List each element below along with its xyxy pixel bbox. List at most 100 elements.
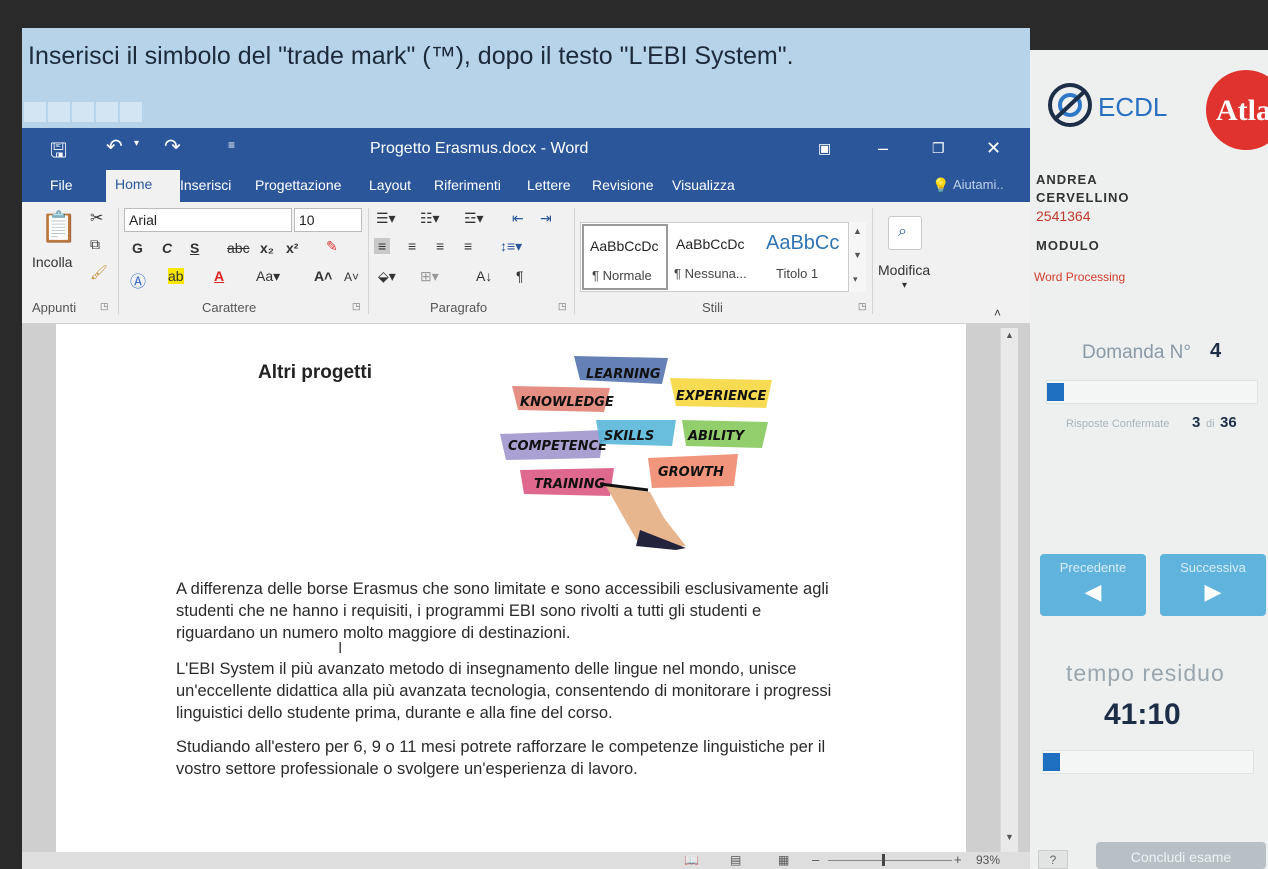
align-center-icon[interactable]: ≡ <box>408 238 416 254</box>
font-color-icon[interactable]: A <box>214 268 224 284</box>
superscript-icon[interactable]: x² <box>286 240 298 256</box>
text-effects-icon[interactable]: Ⓐ <box>130 268 146 292</box>
tab-references[interactable]: Riferimenti <box>434 177 501 193</box>
borders-icon[interactable]: ⊞▾ <box>420 268 439 285</box>
title-bar: 🖫 ↶ ▾ ↷ ≡ Progetto Erasmus.docx - Word ▣… <box>22 128 1030 168</box>
confirmed-count: 3 <box>1192 414 1201 431</box>
justify-icon[interactable]: ≡ <box>464 238 472 254</box>
undo-icon[interactable]: ↶ <box>106 134 123 159</box>
shrink-font-icon[interactable]: A˅ <box>344 270 359 284</box>
sort-icon[interactable]: A↓ <box>476 268 492 284</box>
tab-mailings[interactable]: Lettere <box>527 177 571 193</box>
style-normal[interactable]: AaBbCcDc ¶ Normale <box>582 224 668 290</box>
tab-file[interactable]: File <box>50 177 73 193</box>
ribbon-display-icon[interactable]: ▣ <box>818 140 831 157</box>
cut-icon[interactable]: ✂ <box>90 208 103 228</box>
paste-icon[interactable]: 📋 <box>40 210 77 245</box>
question-text: Inserisci il simbolo del "trade mark" (™… <box>28 42 794 70</box>
subscript-icon[interactable]: x₂ <box>260 240 274 256</box>
zoom-slider-thumb[interactable] <box>882 854 885 866</box>
paragraph-line: studenti che ne hanno i requisiti, i pro… <box>176 602 762 620</box>
style-heading-1-name: Titolo 1 <box>776 266 819 281</box>
skills-image: LEARNING KNOWLEDGE EXPERIENCE COMPETENCE… <box>500 356 772 550</box>
change-case-icon[interactable]: Aa▾ <box>256 268 280 285</box>
vertical-scrollbar[interactable]: ▲ ▼ <box>1000 328 1018 852</box>
grow-font-icon[interactable]: A˄ <box>314 268 332 284</box>
styles-group-label: Stili <box>702 300 723 315</box>
finish-exam-button[interactable]: Concludi esame <box>1096 842 1266 869</box>
zoom-in-icon[interactable]: + <box>954 852 962 867</box>
save-icon[interactable]: 🖫 <box>50 136 67 170</box>
scroll-down-icon[interactable]: ▼ <box>853 250 862 260</box>
shading-icon[interactable]: ⬙▾ <box>378 268 396 285</box>
edit-dropdown-icon[interactable]: ▾ <box>902 280 907 291</box>
clipboard-launcher-icon[interactable]: ◳ <box>100 301 109 312</box>
strikethrough-icon[interactable]: abc <box>227 240 250 256</box>
previous-button[interactable]: Precedente ◀ <box>1040 554 1146 616</box>
more-styles-icon[interactable]: ▾ <box>853 274 858 285</box>
underline-icon[interactable]: S <box>190 240 199 256</box>
tab-insert[interactable]: Inserisci <box>180 177 231 193</box>
increase-indent-icon[interactable]: ⇥ <box>540 210 552 227</box>
next-button[interactable]: Successiva ▶ <box>1160 554 1266 616</box>
document-page[interactable]: Altri progetti LEARNING KNOWLEDGE EXPERI… <box>56 324 966 869</box>
time-progress-fill <box>1043 753 1060 771</box>
copy-icon[interactable]: ⧉ <box>90 236 100 253</box>
styles-scroll[interactable]: ▲ ▼ ▾ <box>848 222 866 292</box>
redo-icon[interactable]: ↷ <box>164 134 181 159</box>
edit-label[interactable]: Modifica <box>878 262 930 278</box>
collapse-ribbon-icon[interactable]: ˄ <box>994 306 1001 320</box>
find-icon[interactable]: ⌕ <box>888 216 922 250</box>
word-window: 🖫 ↶ ▾ ↷ ≡ Progetto Erasmus.docx - Word ▣… <box>22 128 1030 869</box>
undo-dropdown-icon[interactable]: ▾ <box>134 138 139 149</box>
scroll-up-icon[interactable]: ▲ <box>1005 330 1014 340</box>
multilevel-list-icon[interactable]: ☲▾ <box>464 210 484 227</box>
tab-review[interactable]: Revisione <box>592 177 653 193</box>
tab-view[interactable]: Visualizza <box>672 177 735 193</box>
img-word-ability: ABILITY <box>687 429 746 444</box>
help-button[interactable]: ? <box>1038 850 1068 869</box>
tell-me-box[interactable]: Aiutami.. <box>953 177 1004 192</box>
scroll-up-icon[interactable]: ▲ <box>853 226 862 236</box>
show-formatting-icon[interactable]: ¶ <box>516 268 524 284</box>
format-painter-icon[interactable]: 🖌 <box>90 264 108 281</box>
question-label: Domanda N° <box>1082 342 1191 363</box>
bold-icon[interactable]: G <box>132 240 143 256</box>
zoom-slider[interactable] <box>828 860 952 861</box>
tab-design[interactable]: Progettazione <box>255 177 341 193</box>
zoom-out-icon[interactable]: – <box>812 852 819 867</box>
answer-slot <box>24 102 46 122</box>
bullets-icon[interactable]: ☰▾ <box>376 210 396 227</box>
align-left-icon[interactable]: ≡ <box>374 238 391 254</box>
paragraph-launcher-icon[interactable]: ◳ <box>558 301 567 312</box>
close-icon[interactable]: ✕ <box>986 138 1001 159</box>
zoom-level[interactable]: 93% <box>976 853 1000 867</box>
module-value: Word Processing <box>1034 270 1126 284</box>
style-heading-1[interactable]: AaBbCc Titolo 1 <box>760 224 846 290</box>
tab-home[interactable]: Home <box>106 170 180 202</box>
restore-icon[interactable]: ❐ <box>932 140 945 157</box>
line-spacing-icon[interactable]: ↕≡▾ <box>500 238 522 255</box>
customize-toolbar-icon[interactable]: ≡ <box>228 138 235 152</box>
total-questions: 36 <box>1220 414 1237 431</box>
numbering-icon[interactable]: ☷▾ <box>420 210 440 227</box>
style-no-spacing[interactable]: AaBbCcDc ¶ Nessuna... <box>670 224 758 290</box>
highlight-icon[interactable]: ab <box>168 268 184 284</box>
font-launcher-icon[interactable]: ◳ <box>352 301 361 312</box>
italic-icon[interactable]: C <box>162 240 172 256</box>
read-mode-icon[interactable]: 📖 <box>684 853 699 867</box>
tab-layout[interactable]: Layout <box>369 177 411 193</box>
lightbulb-icon[interactable]: 💡 <box>932 177 949 194</box>
scroll-down-icon[interactable]: ▼ <box>1005 832 1014 842</box>
clear-formatting-icon[interactable]: ✎ <box>326 238 338 255</box>
styles-launcher-icon[interactable]: ◳ <box>858 301 867 312</box>
font-size-input[interactable]: 10 <box>294 208 362 232</box>
minimize-icon[interactable]: – <box>878 138 888 159</box>
font-name-input[interactable]: Arial <box>124 208 292 232</box>
decrease-indent-icon[interactable]: ⇤ <box>512 210 524 227</box>
paste-label[interactable]: Incolla <box>32 254 72 270</box>
print-layout-icon[interactable]: ▤ <box>730 853 741 867</box>
align-right-icon[interactable]: ≡ <box>436 238 444 254</box>
candidate-last-name: CERVELLINO <box>1036 190 1130 205</box>
web-layout-icon[interactable]: ▦ <box>778 853 789 867</box>
